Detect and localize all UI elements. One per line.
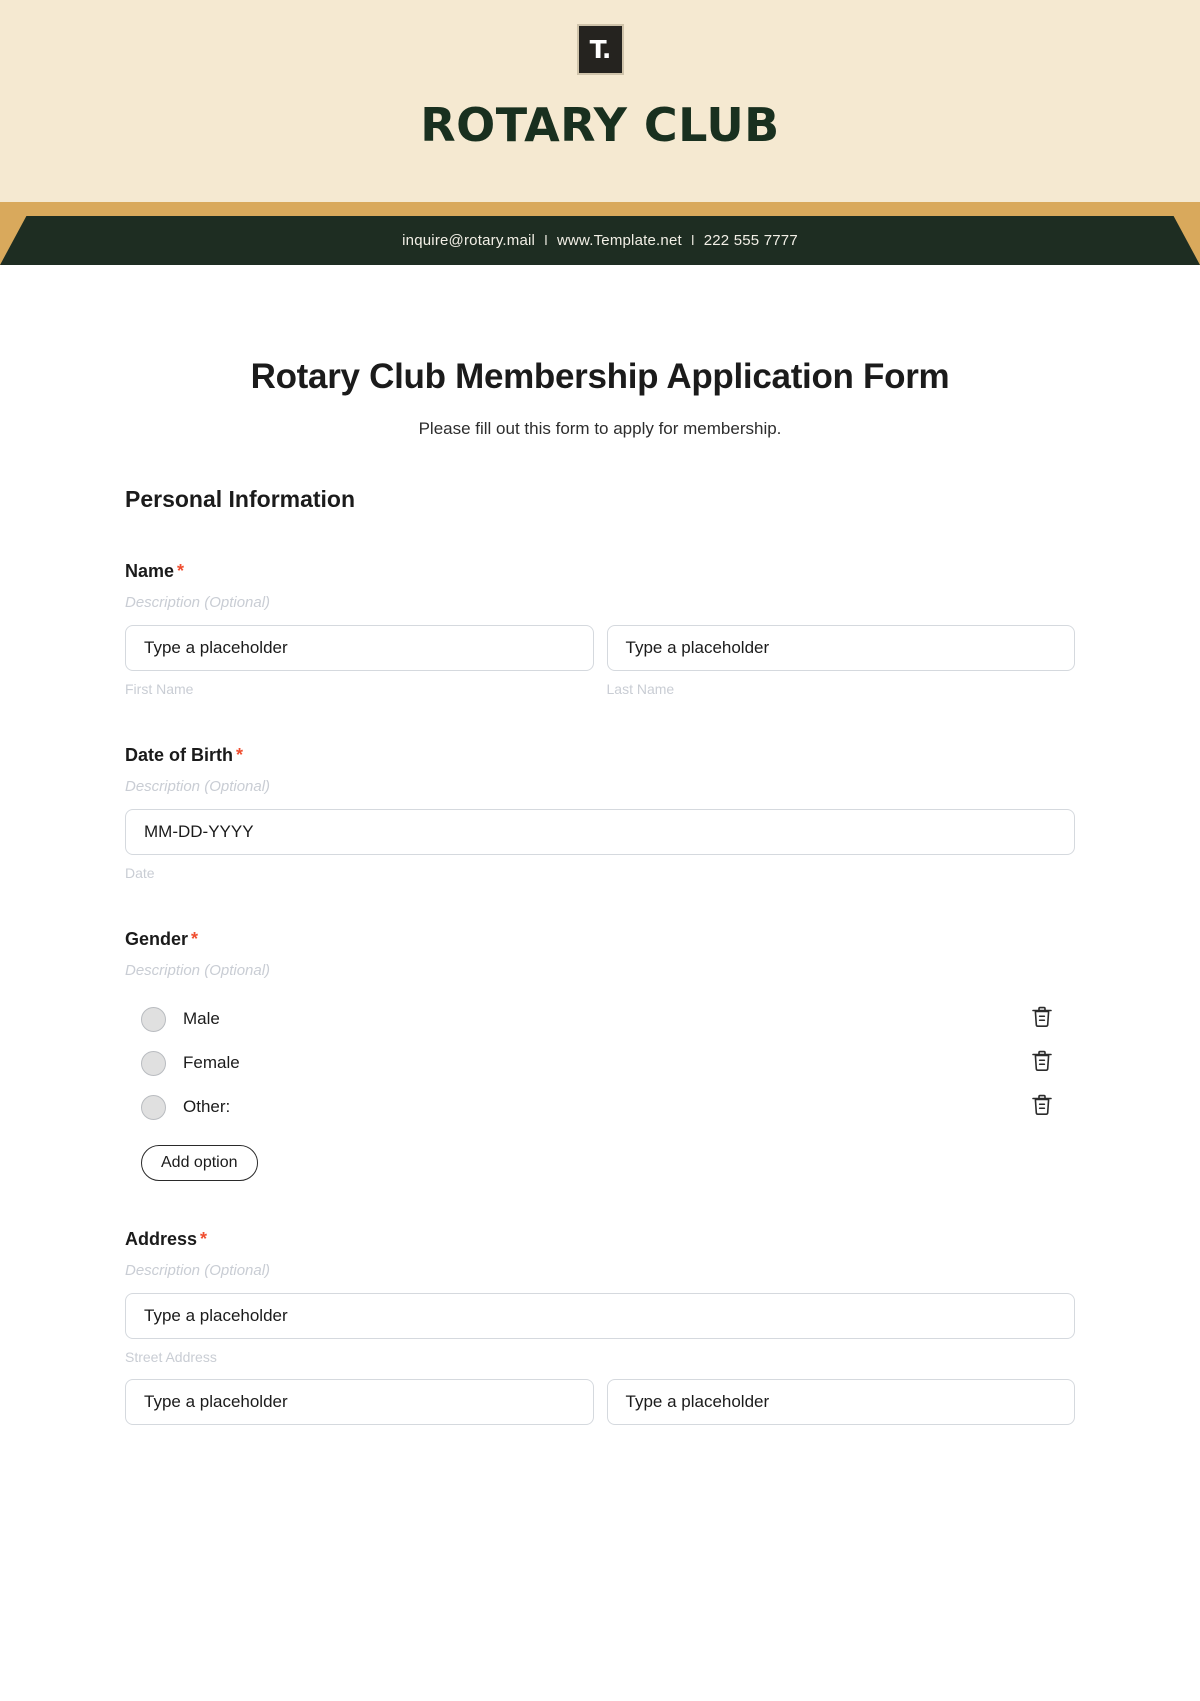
input-col-address-city: Type a placeholder — [125, 1379, 594, 1425]
input-col-street-address: Type a placeholder Street Address — [125, 1293, 1075, 1365]
field-gender: Gender * Description (Optional) Male Fem… — [125, 929, 1075, 1181]
field-label-text: Name — [125, 561, 175, 581]
option-label-male: Male — [183, 1009, 220, 1028]
field-description-gender: Description (Optional) — [125, 962, 271, 979]
address-state-input[interactable]: Type a placeholder — [606, 1379, 1075, 1425]
field-label-text: Address — [125, 1229, 198, 1249]
option-row-male[interactable]: Male — [125, 997, 1075, 1041]
form-title: Rotary Club Membership Application Form — [250, 357, 950, 396]
field-description-address: Description (Optional) — [125, 1262, 271, 1279]
field-label-date-of-birth: Date of Birth * — [125, 745, 1075, 766]
input-row-address-line-2: Type a placeholder Type a placeholder — [125, 1379, 1075, 1425]
address-city-input[interactable]: Type a placeholder — [125, 1379, 594, 1425]
field-address: Address * Description (Optional) Type a p… — [125, 1229, 1075, 1425]
input-col-last-name: Type a placeholder Last Name — [606, 625, 1075, 697]
option-label-female: Female — [183, 1053, 240, 1072]
trash-icon[interactable] — [1031, 1049, 1053, 1078]
contact-phone: 222 555 7777 — [703, 232, 798, 249]
input-row-street-address: Type a placeholder Street Address — [125, 1293, 1075, 1365]
radio-button-male[interactable] — [141, 1006, 166, 1032]
option-label-other: Other: — [183, 1097, 231, 1116]
logo-monogram: T. — [589, 35, 612, 64]
date-of-birth-input[interactable]: MM-DD-YYYY — [125, 809, 1075, 855]
contact-separator-1: I — [535, 232, 557, 249]
club-name-title: ROTARY CLUB — [420, 98, 780, 152]
brand-logo-icon: T. — [576, 24, 624, 75]
input-col-date: MM-DD-YYYY Date — [125, 809, 1075, 881]
sub-label-street-address: Street Address — [125, 1349, 217, 1365]
logo-container: T. — [0, 24, 1200, 75]
input-col-first-name: Type a placeholder First Name — [125, 625, 594, 697]
contact-separator-2: I — [681, 232, 704, 249]
field-label-text: Gender — [125, 929, 189, 949]
input-row-date-of-birth: MM-DD-YYYY Date — [125, 809, 1075, 881]
radio-button-female[interactable] — [141, 1050, 166, 1076]
input-col-address-state: Type a placeholder — [606, 1379, 1075, 1425]
contact-website: www.Template.net — [556, 232, 682, 249]
option-row-female[interactable]: Female — [125, 1041, 1075, 1085]
street-address-input[interactable]: Type a placeholder — [125, 1293, 1075, 1339]
sub-label-date: Date — [125, 865, 155, 881]
contact-line: inquire@rotary.mail I www.Template.net I… — [402, 232, 798, 249]
section-heading-personal-information: Personal Information — [125, 486, 356, 512]
field-label-address: Address * — [125, 1229, 1075, 1250]
add-option-button[interactable]: Add option — [141, 1145, 258, 1181]
field-label-gender: Gender * — [125, 929, 1075, 950]
field-description-date-of-birth: Description (Optional) — [125, 778, 271, 795]
required-asterisk: * — [177, 561, 185, 581]
form-subtitle: Please fill out this form to apply for m… — [418, 419, 782, 438]
trash-icon[interactable] — [1031, 1005, 1053, 1034]
form-body: Rotary Club Membership Application Form … — [0, 357, 1200, 1425]
trash-icon[interactable] — [1031, 1093, 1053, 1122]
required-asterisk: * — [236, 745, 244, 765]
required-asterisk: * — [191, 929, 199, 949]
sub-label-first-name: First Name — [125, 681, 194, 697]
radio-button-other[interactable] — [141, 1094, 166, 1120]
input-row-name: Type a placeholder First Name Type a pla… — [125, 625, 1075, 697]
sub-label-last-name: Last Name — [606, 681, 675, 697]
page-root: T. ROTARY CLUB inquire@rotary.mail I www… — [0, 0, 1200, 1701]
field-date-of-birth: Date of Birth * Description (Optional) MM… — [125, 745, 1075, 881]
field-name: Name * Description (Optional) Type a plac… — [125, 561, 1075, 697]
field-label-text: Date of Birth — [125, 745, 233, 765]
option-row-other[interactable]: Other: — [125, 1085, 1075, 1129]
field-description-name: Description (Optional) — [125, 594, 271, 611]
contact-email: inquire@rotary.mail — [402, 232, 536, 249]
required-asterisk: * — [200, 1229, 208, 1249]
contact-banner: inquire@rotary.mail I www.Template.net I… — [0, 216, 1200, 265]
last-name-input[interactable]: Type a placeholder — [606, 625, 1075, 671]
gender-option-list: Male Female Other: Add option — [125, 997, 1075, 1181]
field-label-name: Name * — [125, 561, 1075, 582]
letterhead-header: T. ROTARY CLUB inquire@rotary.mail I www… — [0, 0, 1200, 265]
first-name-input[interactable]: Type a placeholder — [125, 625, 594, 671]
